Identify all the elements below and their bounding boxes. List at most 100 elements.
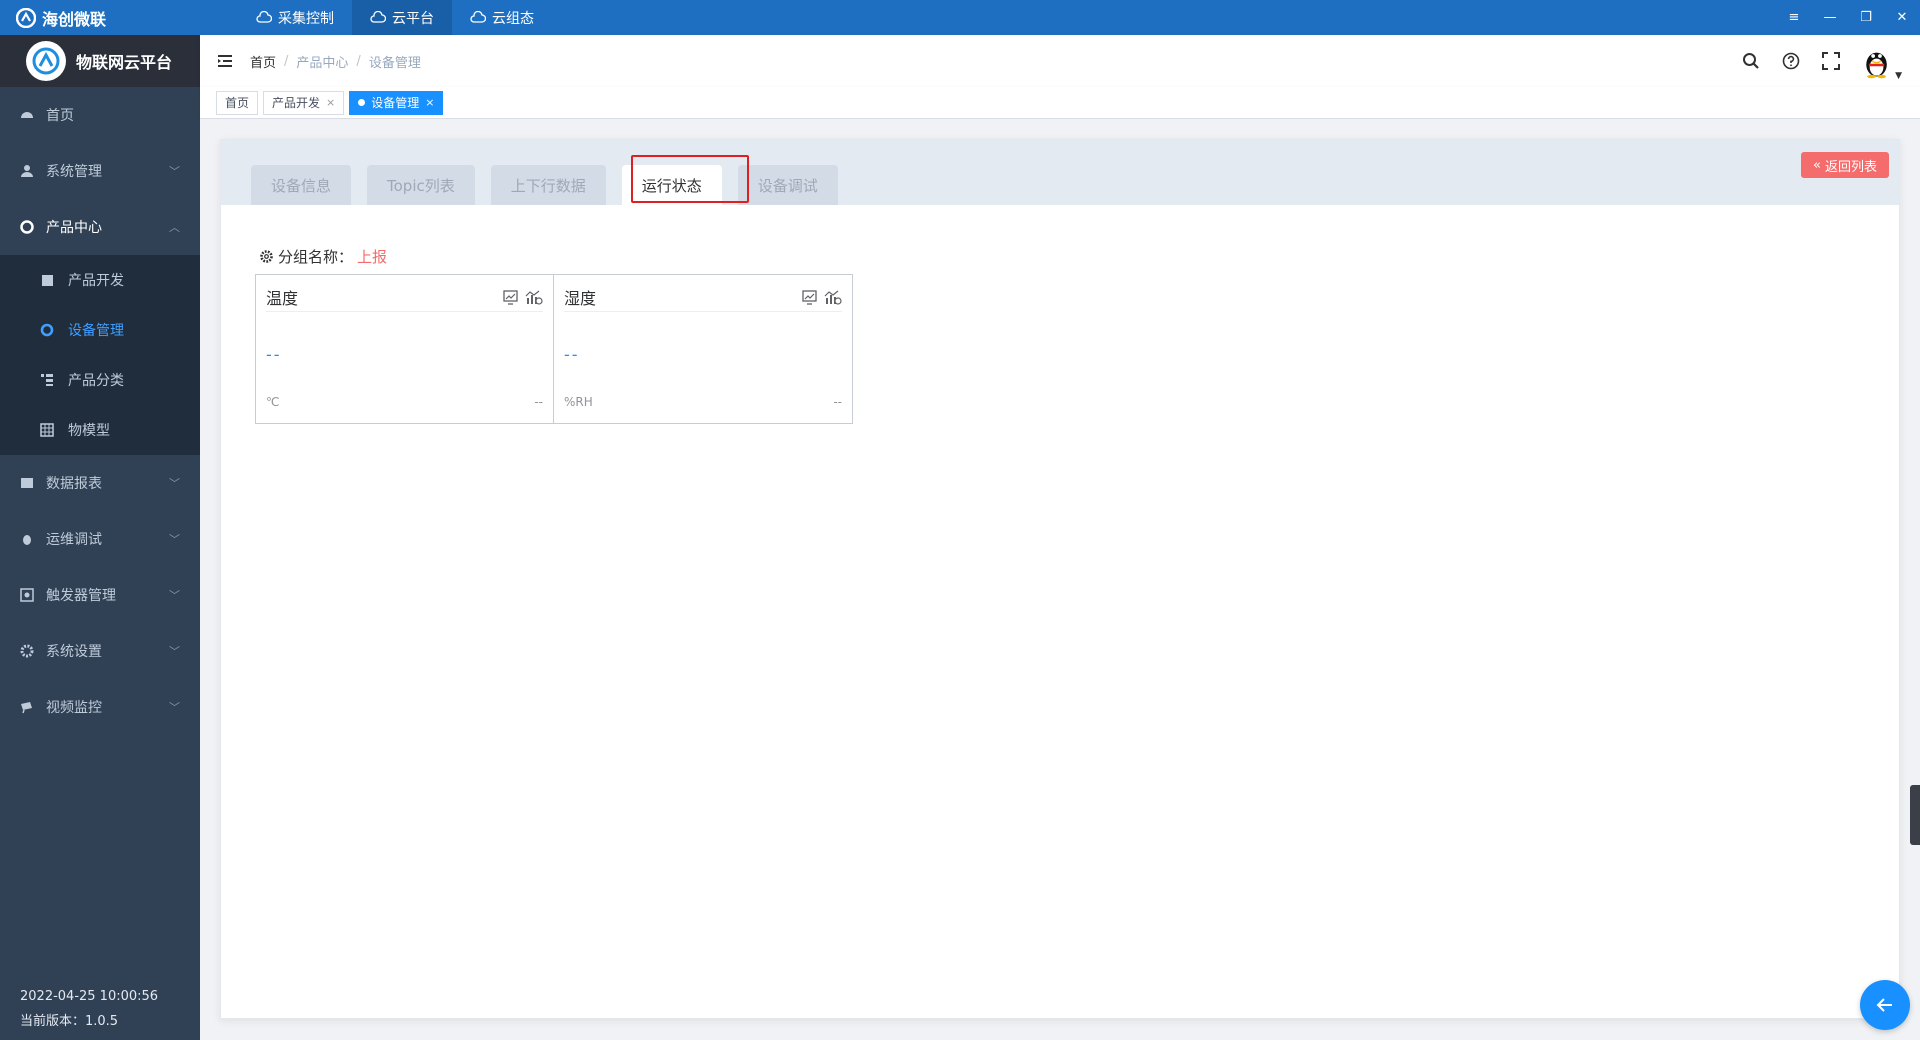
metric-header: 湿度	[564, 285, 842, 312]
sidebar-item-label: 视频监控	[46, 700, 102, 716]
sidebar-item-data-report[interactable]: 数据报表 ﹀	[0, 455, 200, 511]
tag-product-dev[interactable]: 产品开发 ×	[263, 90, 345, 115]
group-gear-icon	[260, 250, 273, 263]
history-chart-icon[interactable]	[824, 290, 842, 305]
top-tab-cloud[interactable]: 云平台	[352, 0, 452, 35]
dashboard-icon	[20, 108, 34, 122]
breadcrumb-product-center[interactable]: 产品中心	[296, 52, 348, 71]
sidebar-item-label: 系统管理	[46, 164, 102, 180]
monitor-icon[interactable]	[503, 289, 519, 305]
restore-button[interactable]: ❐	[1848, 0, 1884, 35]
navbar-actions: ▼	[1742, 41, 1920, 81]
tab-device-debug[interactable]: 设备调试	[737, 165, 838, 205]
tags-view: 首页 产品开发 × 设备管理 ×	[200, 87, 1920, 119]
back-to-list-button[interactable]: « 返回列表	[1801, 152, 1889, 178]
back-to-list-label: 返回列表	[1824, 159, 1877, 175]
gear-icon	[20, 644, 34, 658]
user-icon	[20, 164, 34, 178]
breadcrumb-home[interactable]: 首页	[250, 52, 276, 71]
fullscreen-icon[interactable]	[1822, 52, 1840, 70]
hamburger-button[interactable]	[200, 54, 250, 68]
sidebar-item-product-dev[interactable]: 产品开发	[0, 255, 200, 305]
detail-tabs: 设备信息 Topic列表 上下行数据 运行状态 设备调试	[251, 165, 838, 205]
sidebar-item-label: 产品中心	[46, 220, 102, 236]
sidebar-item-thing-model[interactable]: 物模型	[0, 405, 200, 455]
floating-back-button[interactable]	[1860, 980, 1910, 1030]
sidebar-item-product-center[interactable]: 产品中心 ︿	[0, 199, 200, 255]
current-datetime: 2022-04-25 10:00:56	[20, 989, 159, 1004]
history-chart-icon[interactable]	[525, 290, 543, 305]
table-icon	[40, 423, 54, 437]
sidebar-item-ops-debug[interactable]: 运维调试 ﹀	[0, 511, 200, 567]
tree-icon	[40, 373, 54, 387]
sidebar-item-system-settings[interactable]: 系统设置 ﹀	[0, 623, 200, 679]
metric-cards: 温度 -- ℃ -- 湿度 -- %RH --	[255, 274, 853, 424]
sidebar: 物联网云平台 首页 系统管理 ﹀ 产品中心 ︿ 产品开发 设备管理 产品分类 物…	[0, 35, 200, 1040]
chevron-down-icon: ﹀	[169, 533, 180, 546]
sidebar-item-device-manage[interactable]: 设备管理	[0, 305, 200, 355]
top-tab-config[interactable]: 云组态	[452, 0, 552, 35]
chevron-down-icon: ﹀	[169, 589, 180, 602]
metric-unit: %RH	[564, 395, 593, 409]
brand-logo-icon	[16, 7, 36, 28]
help-icon[interactable]	[1782, 52, 1800, 70]
sidebar-item-product-category[interactable]: 产品分类	[0, 355, 200, 405]
breadcrumb-separator: /	[284, 53, 289, 69]
sidebar-footer: 2022-04-25 10:00:56 当前版本：1.0.5	[20, 984, 158, 1034]
device-icon	[40, 323, 54, 337]
metric-time: --	[534, 395, 543, 409]
metric-time: --	[833, 395, 842, 409]
group-value: 上报	[357, 248, 388, 266]
search-icon[interactable]	[1742, 52, 1760, 70]
side-drawer-handle[interactable]	[1910, 785, 1920, 845]
cloud-icon	[370, 10, 386, 23]
close-icon[interactable]: ×	[425, 96, 434, 109]
cloud-icon	[470, 10, 486, 23]
sidebar-item-system-manage[interactable]: 系统管理 ﹀	[0, 143, 200, 199]
tag-label: 首页	[225, 96, 250, 110]
group-label: 分组名称：	[278, 248, 354, 266]
group-title: 分组名称： 上报	[259, 246, 387, 267]
sidebar-item-trigger-manage[interactable]: 触发器管理 ﹀	[0, 567, 200, 623]
metric-value: --	[266, 345, 282, 364]
navbar: 首页 / 产品中心 / 设备管理 ▼	[200, 35, 1920, 87]
sidebar-item-label: 数据报表	[46, 476, 102, 492]
product-icon	[20, 220, 34, 234]
device-detail-card: 设备信息 Topic列表 上下行数据 运行状态 设备调试 « 返回列表 分组名称…	[220, 139, 1900, 1019]
tag-device-manage[interactable]: 设备管理 ×	[349, 90, 444, 115]
report-icon	[20, 476, 34, 490]
tab-topic-list[interactable]: Topic列表	[367, 165, 475, 205]
menu-fold-icon	[218, 55, 232, 67]
close-button[interactable]: ✕	[1884, 0, 1920, 35]
detail-tabs-header: 设备信息 Topic列表 上下行数据 运行状态 设备调试 « 返回列表	[221, 140, 1899, 205]
caret-down-icon: ▼	[1895, 71, 1902, 81]
product-submenu: 产品开发 设备管理 产品分类 物模型	[0, 255, 200, 455]
sidebar-logo[interactable]: 物联网云平台	[0, 35, 200, 87]
breadcrumb-separator: /	[356, 53, 361, 69]
active-tab-highlight	[631, 155, 749, 203]
metric-name: 湿度	[564, 289, 597, 308]
top-app-tabs: 采集控制 云平台 云组态	[238, 0, 552, 35]
sidebar-item-label: 触发器管理	[46, 588, 116, 604]
metric-card-humidity: 湿度 -- %RH --	[554, 275, 852, 423]
main-content: 设备信息 Topic列表 上下行数据 运行状态 设备调试 « 返回列表 分组名称…	[200, 119, 1920, 1040]
active-dot-icon	[358, 99, 366, 106]
tag-home[interactable]: 首页	[216, 90, 259, 115]
chevron-down-icon: ﹀	[169, 701, 180, 714]
top-tab-collect[interactable]: 采集控制	[238, 0, 352, 35]
platform-logo-icon	[26, 41, 66, 81]
minimize-button[interactable]: —	[1812, 0, 1848, 35]
close-icon[interactable]: ×	[326, 96, 335, 109]
breadcrumb: 首页 / 产品中心 / 设备管理	[250, 52, 421, 71]
tab-device-info[interactable]: 设备信息	[251, 165, 352, 205]
monitor-icon[interactable]	[802, 289, 818, 305]
tag-label: 设备管理	[371, 96, 420, 110]
sidebar-item-video-monitor[interactable]: 视频监控 ﹀	[0, 679, 200, 735]
menu-icon[interactable]: ≡	[1776, 0, 1812, 35]
top-tab-label: 采集控制	[278, 10, 334, 27]
sidebar-item-home[interactable]: 首页	[0, 87, 200, 143]
user-avatar[interactable]: ▼	[1862, 41, 1902, 81]
tab-updown-data[interactable]: 上下行数据	[490, 165, 606, 205]
metric-header: 温度	[266, 285, 543, 312]
sidebar-item-label: 设备管理	[68, 323, 124, 339]
